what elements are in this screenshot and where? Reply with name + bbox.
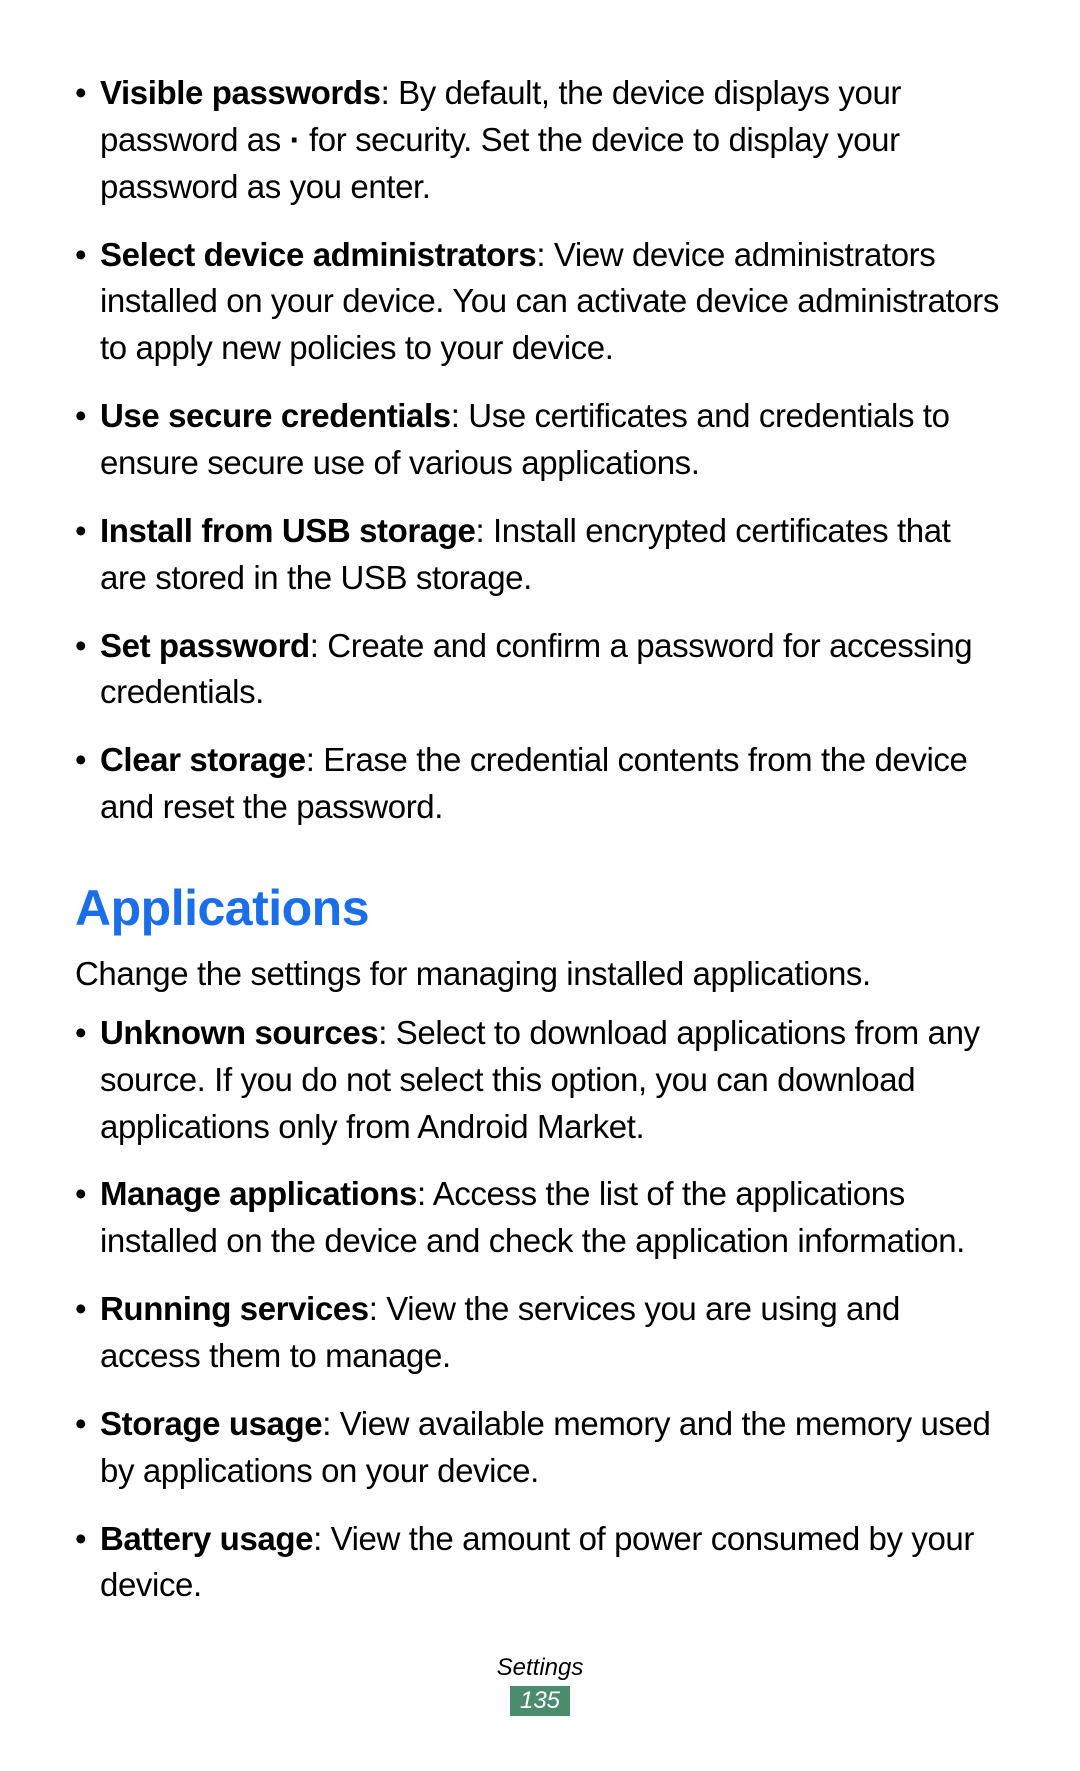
- item-title: Visible passwords: [100, 74, 381, 111]
- item-title: Clear storage: [100, 741, 306, 778]
- item-title: Set password: [100, 627, 310, 664]
- list-item: Unknown sources: Select to download appl…: [100, 1010, 1005, 1151]
- item-title: Running services: [100, 1290, 369, 1327]
- list-item: Storage usage: View available memory and…: [100, 1401, 1005, 1495]
- list-item: Select device administrators: View devic…: [100, 232, 1005, 373]
- list-item: Running services: View the services you …: [100, 1286, 1005, 1380]
- security-options-list: Visible passwords: By default, the devic…: [75, 70, 1005, 831]
- footer-page-number: 135: [510, 1686, 570, 1716]
- list-item: Set password: Create and confirm a passw…: [100, 623, 1005, 717]
- page-footer: Settings 135: [0, 1654, 1080, 1716]
- item-title: Use secure credentials: [100, 397, 451, 434]
- list-item: Visible passwords: By default, the devic…: [100, 70, 1005, 211]
- list-item: Manage applications: Access the list of …: [100, 1171, 1005, 1265]
- list-item: Install from USB storage: Install encryp…: [100, 508, 1005, 602]
- item-title: Storage usage: [100, 1405, 322, 1442]
- section-intro: Change the settings for managing install…: [75, 951, 1005, 998]
- item-title: Select device administrators: [100, 236, 536, 273]
- item-title: Battery usage: [100, 1520, 313, 1557]
- item-title: Install from USB storage: [100, 512, 475, 549]
- list-item: Use secure credentials: Use certificates…: [100, 393, 1005, 487]
- applications-options-list: Unknown sources: Select to download appl…: [75, 1010, 1005, 1609]
- section-heading-applications: Applications: [75, 879, 1005, 937]
- item-title: Manage applications: [100, 1175, 417, 1212]
- masked-dot-icon: ·: [290, 121, 301, 158]
- list-item: Clear storage: Erase the credential cont…: [100, 737, 1005, 831]
- footer-category: Settings: [0, 1654, 1080, 1682]
- list-item: Battery usage: View the amount of power …: [100, 1516, 1005, 1610]
- item-title: Unknown sources: [100, 1014, 378, 1051]
- page-content: Visible passwords: By default, the devic…: [0, 0, 1080, 1609]
